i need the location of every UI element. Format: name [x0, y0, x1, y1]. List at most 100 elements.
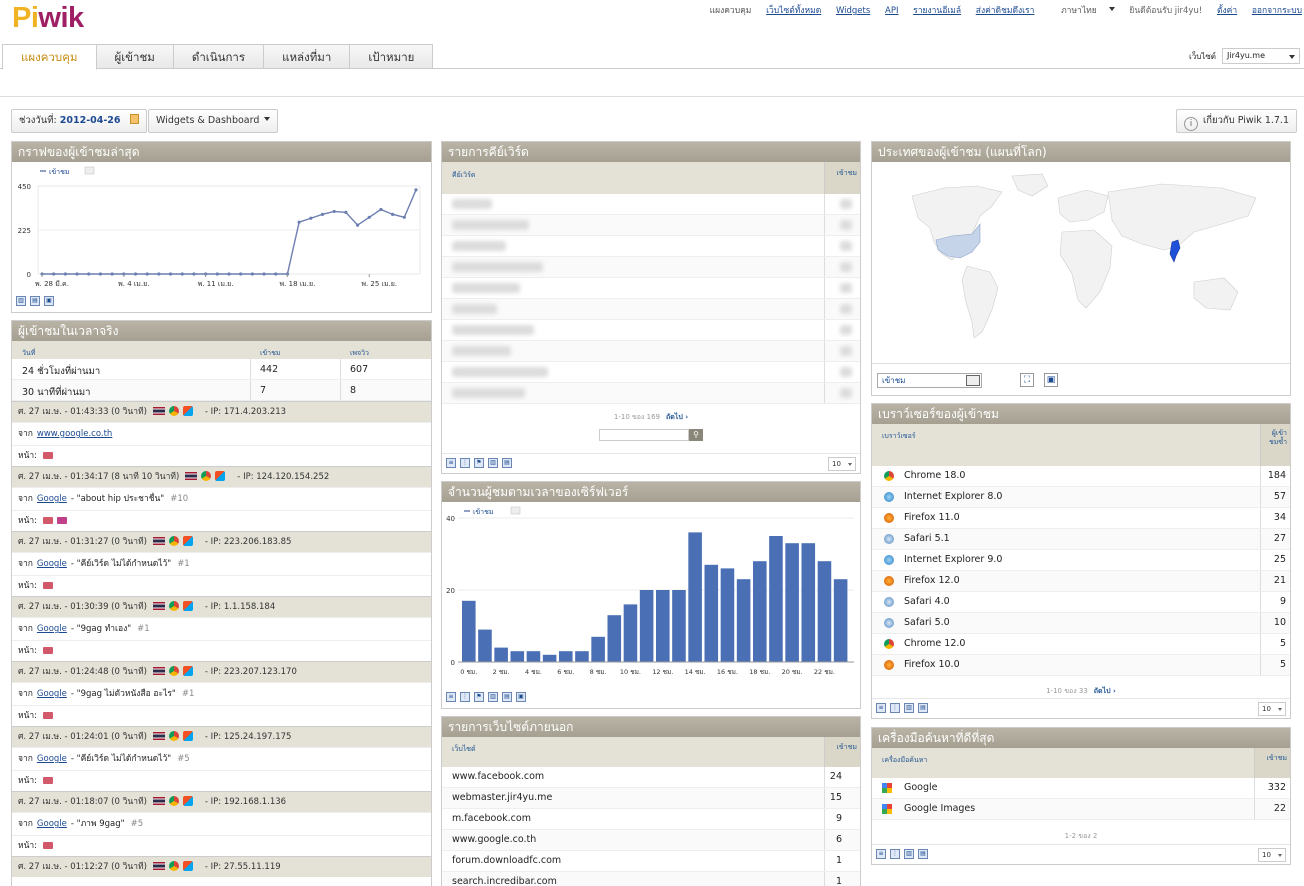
data-point[interactable] [98, 272, 103, 276]
visit-entry[interactable]: ศ. 27 เม.ษ. - 01:24:01 (0 วินาที) - IP: 1… [12, 726, 431, 791]
bar-chart-icon[interactable]: ▥ [488, 692, 498, 702]
referrer-source-link[interactable]: Google [37, 819, 67, 829]
page-icon[interactable] [43, 712, 54, 719]
widget-title[interactable]: กราฟของผู้เข้าชมล่าสุด [12, 142, 431, 162]
bar-chart-icon[interactable]: ▥ [904, 703, 914, 713]
data-point[interactable] [367, 215, 371, 219]
about-piwik-button[interactable]: i เกี่ยวกับ Piwik 1.7.1 [1176, 109, 1297, 133]
data-point[interactable] [75, 272, 79, 276]
data-point[interactable] [87, 272, 91, 276]
visit-entry[interactable]: ศ. 27 เม.ษ. - 01:31:27 (0 วินาที) - IP: 2… [12, 531, 431, 596]
table-row[interactable]: Firefox 11.0 34 [872, 508, 1290, 529]
col-visits[interactable]: เข้าชม [1254, 748, 1290, 778]
bar-17 ชม.[interactable] [736, 579, 751, 662]
image-icon[interactable]: ▣ [1044, 373, 1058, 387]
page-icon[interactable] [43, 582, 54, 589]
piwik-logo[interactable]: Piwik [12, 2, 84, 35]
table-row[interactable]: webmaster.jir4yu.me 15 [442, 788, 860, 809]
col-visits[interactable]: เข้าชม [824, 737, 860, 767]
data-point[interactable] [355, 223, 360, 227]
page-icon[interactable] [43, 452, 54, 459]
table-row[interactable]: Safari 4.0 9 [872, 592, 1290, 613]
table-row[interactable]: Firefox 10.0 5 [872, 655, 1290, 676]
nav-api[interactable]: API [885, 6, 898, 16]
table-more-icon[interactable]: ⋮ [460, 692, 470, 702]
table-row[interactable]: Chrome 12.0 5 [872, 634, 1290, 655]
data-point[interactable] [180, 272, 184, 276]
next-link[interactable]: ถัดไป › [666, 413, 688, 421]
bar-20 ชม.[interactable] [785, 543, 799, 662]
table-icon[interactable]: ≡ [876, 703, 886, 713]
visit-entry[interactable]: ศ. 27 เม.ษ. - 01:24:48 (0 วินาที) - IP: 2… [12, 661, 431, 726]
table-row[interactable] [442, 257, 860, 278]
bar-12 ชม.[interactable] [656, 590, 670, 662]
bar-chart-icon[interactable]: ▥ [904, 849, 914, 859]
legend-label[interactable]: เข้าชม [49, 168, 69, 176]
nav-dashboard[interactable]: แผงควบคุม [710, 6, 752, 16]
bar-5 ชม.[interactable] [542, 654, 557, 662]
widget-title[interactable]: ผู้เข้าชมในเวลาจริง [12, 321, 431, 341]
logout-link[interactable]: ออกจากระบบ [1252, 6, 1302, 16]
data-point[interactable] [391, 212, 395, 216]
table-more-icon[interactable]: ⋮ [460, 458, 470, 468]
export-icon[interactable]: ▤ [30, 296, 40, 306]
page-icon[interactable] [43, 517, 54, 524]
table-row[interactable]: Safari 5.0 10 [872, 613, 1290, 634]
annotation-icon[interactable] [510, 506, 521, 515]
annotation-icon[interactable] [84, 166, 95, 175]
referrer-source-link[interactable]: Google [37, 689, 67, 699]
page-icon[interactable] [43, 647, 54, 654]
data-point[interactable] [250, 272, 254, 276]
date-picker[interactable]: ช่วงวันที่: 2012-04-26 [11, 109, 147, 133]
table-row[interactable]: Firefox 12.0 21 [872, 571, 1290, 592]
bar-3 ชม.[interactable] [510, 651, 525, 662]
table-row[interactable] [442, 278, 860, 299]
table-row[interactable] [442, 194, 860, 215]
data-point[interactable] [414, 188, 418, 192]
data-point[interactable] [157, 272, 161, 276]
widget-title[interactable]: รายการคีย์เวิร์ด [442, 142, 860, 162]
col-visits[interactable]: เข้าชม [824, 162, 860, 194]
widget-title[interactable]: เบราว์เซอร์ของผู้เข้าชม [872, 404, 1290, 424]
bar-19 ชม.[interactable] [769, 536, 783, 662]
widget-title[interactable]: จำนวนผู้ชมตามเวลาของเซิร์ฟเวอร์ [442, 482, 860, 502]
bar-21 ชม.[interactable] [801, 543, 816, 662]
table-icon[interactable]: ≡ [876, 849, 886, 859]
export-icon[interactable]: ▤ [502, 692, 512, 702]
bar-22 ชม.[interactable] [817, 561, 832, 662]
visit-entry[interactable]: ศ. 27 เม.ษ. - 01:34:17 (8 นาที 10 วินาที… [12, 466, 431, 531]
table-row[interactable] [442, 215, 860, 236]
image-icon[interactable]: ▣ [516, 692, 526, 702]
table-row[interactable]: Google 332 [872, 778, 1290, 799]
data-point[interactable] [215, 272, 219, 276]
bar-8 ชม.[interactable] [591, 636, 605, 662]
table-more-icon[interactable]: ⋮ [890, 703, 900, 713]
data-point[interactable] [52, 272, 56, 276]
bar-15 ชม.[interactable] [704, 564, 719, 662]
referrer-source-link[interactable]: Google [37, 494, 67, 504]
goals-icon[interactable]: ⚑ [474, 458, 484, 468]
table-row[interactable]: www.facebook.com 24 [442, 767, 860, 788]
referrer-source-link[interactable]: Google [37, 624, 67, 634]
data-point[interactable] [239, 272, 243, 276]
widget-title[interactable]: ประเทศของผู้เข้าชม (แผนที่โลก) [872, 142, 1290, 162]
table-row[interactable] [442, 320, 860, 341]
page-icon[interactable] [43, 777, 54, 784]
table-row[interactable] [442, 236, 860, 257]
tab-referrers[interactable]: แหล่งที่มา [263, 44, 351, 69]
table-row[interactable]: Safari 5.1 27 [872, 529, 1290, 550]
visit-entry[interactable]: ศ. 27 เม.ษ. - 01:18:07 (0 วินาที) - IP: 1… [12, 791, 431, 856]
row-limit-select[interactable]: 10 [1258, 848, 1286, 862]
bar-11 ชม.[interactable] [639, 590, 654, 662]
data-point[interactable] [320, 212, 325, 216]
table-row[interactable]: forum.downloadfc.com 1 [442, 851, 860, 872]
visit-entry[interactable]: ศ. 27 เม.ษ. - 01:12:27 (0 วินาที) - IP: 2… [12, 856, 431, 877]
table-row[interactable] [442, 341, 860, 362]
data-point[interactable] [309, 216, 313, 220]
col-returning[interactable]: ผู้เข้าชมซ้ำ [1260, 424, 1290, 466]
visit-entry[interactable]: ศ. 27 เม.ษ. - 01:30:39 (0 วินาที) - IP: 1… [12, 596, 431, 661]
data-point[interactable] [145, 272, 149, 276]
bar-chart-icon[interactable]: ▥ [16, 296, 26, 306]
table-row[interactable]: Internet Explorer 8.0 57 [872, 487, 1290, 508]
export-icon[interactable]: ▤ [502, 458, 512, 468]
